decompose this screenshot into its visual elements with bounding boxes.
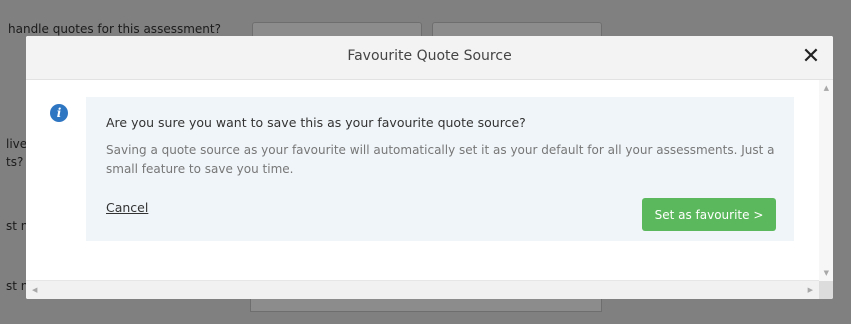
horizontal-scrollbar[interactable]: ◀ ▶ <box>26 280 819 299</box>
cancel-link[interactable]: Cancel <box>106 200 148 215</box>
info-icon: i <box>50 104 68 122</box>
scroll-left-icon[interactable]: ◀ <box>32 286 37 294</box>
favourite-quote-source-dialog: Favourite Quote Source ✕ i Are you sure … <box>26 36 833 299</box>
scrollbar-corner <box>819 281 833 299</box>
confirmation-panel: Are you sure you want to save this as yo… <box>86 97 794 241</box>
set-as-favourite-button[interactable]: Set as favourite > <box>642 198 776 231</box>
dialog-header: Favourite Quote Source ✕ <box>26 36 833 80</box>
vertical-scrollbar[interactable]: ▲ ▼ <box>819 80 833 281</box>
scroll-down-icon[interactable]: ▼ <box>824 269 829 277</box>
scroll-right-icon[interactable]: ▶ <box>808 286 813 294</box>
dialog-body: i Are you sure you want to save this as … <box>26 80 819 281</box>
confirmation-description: Saving a quote source as your favourite … <box>106 143 775 176</box>
dialog-title: Favourite Quote Source <box>347 48 512 64</box>
scroll-up-icon[interactable]: ▲ <box>824 84 829 92</box>
close-icon[interactable]: ✕ <box>799 45 823 69</box>
confirmation-question: Are you sure you want to save this as yo… <box>106 115 526 130</box>
